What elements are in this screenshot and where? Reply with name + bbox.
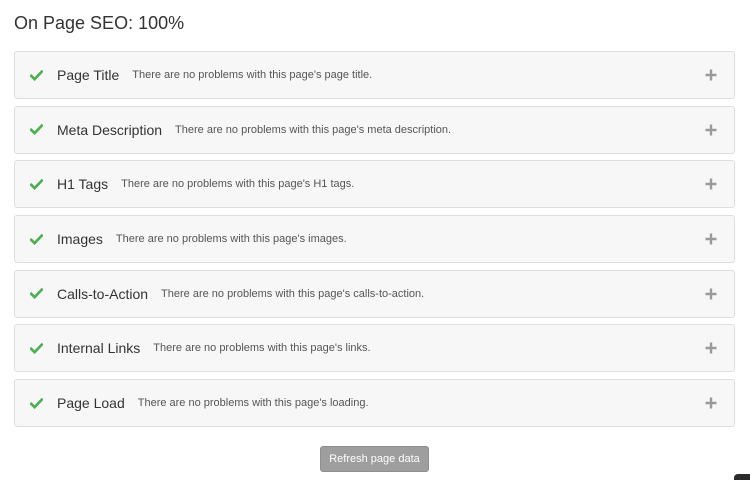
plus-icon[interactable] [705, 397, 717, 409]
check-title: Internal Links [57, 340, 141, 357]
plus-icon[interactable] [705, 178, 717, 190]
checkmark-icon [15, 69, 57, 81]
seo-panel: On Page SEO: 100% Page Title There are n… [0, 0, 750, 480]
checkmark-icon [15, 397, 57, 409]
check-title: Page Title [57, 67, 120, 83]
seo-check-list: Page Title There are no problems with th… [14, 51, 735, 434]
check-description: There are no problems with this page's c… [161, 287, 425, 300]
seo-check-page-load[interactable]: Page Load There are no problems with thi… [14, 379, 735, 428]
check-description: There are no problems with this page's i… [115, 233, 347, 246]
seo-check-page-title[interactable]: Page Title There are no problems with th… [14, 51, 735, 99]
check-description: There are no problems with this page's H… [121, 178, 355, 191]
check-title: H1 Tags [57, 176, 109, 193]
plus-icon[interactable] [705, 69, 717, 81]
seo-check-meta-description[interactable]: Meta Description There are no problems w… [14, 105, 735, 154]
plus-icon[interactable] [705, 288, 717, 300]
plus-icon[interactable] [705, 233, 717, 245]
plus-icon[interactable] [705, 124, 717, 136]
plus-icon[interactable] [705, 342, 717, 354]
checkmark-icon [15, 288, 57, 300]
check-title: Meta Description [57, 121, 163, 138]
checkmark-icon [15, 124, 57, 136]
refresh-page-data-button[interactable]: Refresh page data [320, 446, 429, 472]
check-title: Page Load [57, 395, 125, 412]
checkmark-icon [15, 178, 57, 190]
check-description: There are no problems with this page's l… [153, 342, 371, 355]
checkmark-icon [15, 233, 57, 245]
seo-check-calls-to-action[interactable]: Calls-to-Action There are no problems wi… [14, 269, 735, 318]
checkmark-icon [15, 342, 57, 354]
seo-score-heading: On Page SEO: 100% [14, 13, 185, 33]
check-title: Images [57, 231, 103, 248]
seo-check-internal-links[interactable]: Internal Links There are no problems wit… [14, 324, 735, 373]
seo-check-images[interactable]: Images There are no problems with this p… [14, 215, 735, 264]
seo-check-h1-tags[interactable]: H1 Tags There are no problems with this … [14, 160, 735, 209]
check-title: Calls-to-Action [57, 285, 149, 302]
check-description: There are no problems with this page's m… [175, 123, 452, 136]
check-description: There are no problems with this page's p… [132, 69, 373, 81]
corner-widget[interactable] [734, 474, 750, 480]
check-description: There are no problems with this page's l… [137, 397, 369, 410]
